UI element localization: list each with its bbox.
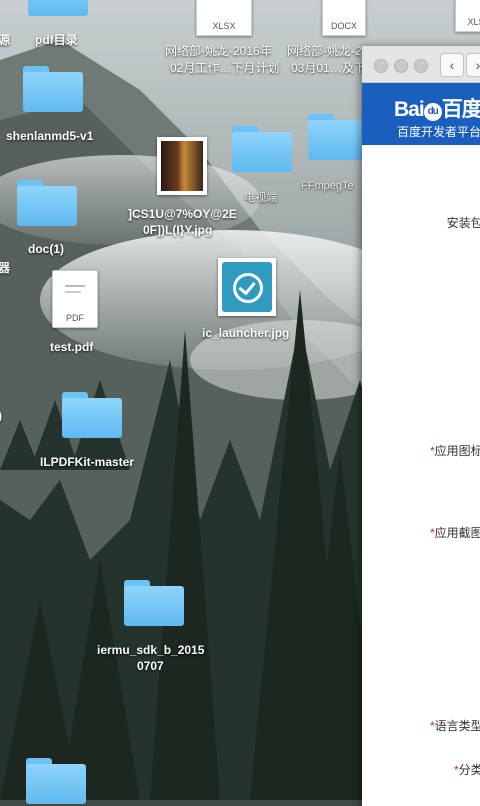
desktop-item-label: 03月01…及下: [291, 61, 366, 75]
folder-icon: [28, 0, 88, 16]
field-label-screenshots: *应用截图:: [429, 526, 480, 540]
desktop-item-label: ): [0, 409, 2, 424]
desktop-item-label: doc(1): [28, 242, 64, 256]
desktop-item-label: 电视端: [244, 192, 277, 204]
desktop-item-label: iermu_sdk_b_2015: [97, 643, 205, 657]
folder-icon: [26, 758, 86, 804]
desktop-item-label: ic_launcher.jpg: [202, 326, 290, 340]
baidu-logo[interactable]: Bai du 百度: [394, 93, 480, 123]
folder-icon: [124, 580, 184, 626]
image-thumbnail-icon: [157, 137, 207, 195]
folder-icon: [308, 114, 368, 160]
desktop-item-label: shenlanmd5-v1: [6, 129, 94, 143]
back-button[interactable]: ‹: [440, 53, 464, 77]
browser-window: ‹ › Baidu百度 百度开发者平台 安装包: *应用图标: *应用截图: *…: [362, 46, 480, 806]
desktop-item-label: FFmpegTe: [301, 180, 354, 192]
desktop-item-label: 网络部-姚龙-2016年: [165, 44, 272, 58]
spreadsheet-file-icon: XLS: [455, 0, 480, 32]
header-subtitle: 百度开发者平台: [397, 125, 480, 139]
desktop-item-label: pdf目录: [35, 33, 78, 47]
folder-icon: [62, 392, 122, 438]
pdf-file-icon: PDF: [52, 270, 98, 328]
minimize-window-button[interactable]: [394, 59, 408, 73]
spreadsheet-file-icon: XLSX: [196, 0, 252, 36]
field-label-package: 安装包:: [446, 216, 480, 230]
desktop-item-label: 源: [0, 33, 11, 47]
desktop-item-label: test.pdf: [50, 340, 94, 354]
image-thumbnail-icon: [218, 258, 276, 316]
close-window-button[interactable]: [374, 59, 388, 73]
folder-icon: [232, 126, 292, 172]
desktop-item-label: 0F])L(I}Y.jpg: [143, 223, 213, 237]
field-label-category: *分类:: [453, 763, 480, 777]
chevron-right-icon: ›: [475, 57, 480, 73]
brand-suffix: 百度: [441, 98, 480, 121]
folder-icon: [23, 66, 83, 112]
desktop-item-label: 02月工作…下月计划: [170, 61, 280, 75]
baidu-header: Bai du 百度 百度开发者平台: [362, 83, 480, 145]
forward-button[interactable]: ›: [466, 53, 480, 77]
document-file-icon: DOCX: [322, 0, 366, 36]
field-label-app-icon: *应用图标:: [429, 444, 480, 458]
folder-icon: [17, 180, 77, 226]
brand-prefix: Bai: [394, 98, 425, 121]
chevron-left-icon: ‹: [449, 57, 455, 73]
browser-titlebar: ‹ ›: [362, 46, 480, 83]
desktop-item-label: 器: [0, 261, 11, 275]
desktop-item-label: ILPDFKit-master: [40, 455, 135, 469]
desktop-item-label: 网络部-姚龙-2: [287, 44, 362, 58]
desktop-item-label: 0707: [137, 659, 164, 673]
zoom-window-button[interactable]: [414, 59, 428, 73]
desktop-item-label: ]CS1U@7%OY@2E: [128, 207, 237, 221]
field-label-language: *语言类型:: [429, 719, 480, 733]
paw-icon: du: [423, 103, 442, 121]
